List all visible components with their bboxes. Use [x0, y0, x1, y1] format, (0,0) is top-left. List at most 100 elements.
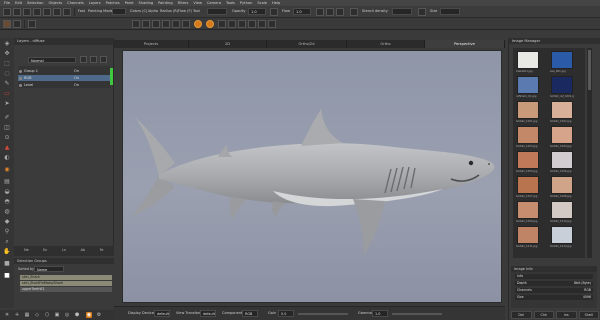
shark-model[interactable]: [123, 51, 501, 302]
brush-shape-icon[interactable]: [418, 8, 426, 16]
gain-slider[interactable]: [298, 313, 348, 315]
pen-icon[interactable]: ✎: [3, 80, 11, 87]
menu-item-patches[interactable]: Patches: [106, 1, 120, 5]
blur-icon[interactable]: ⊙: [3, 134, 11, 141]
rotate-icon[interactable]: [162, 20, 170, 28]
paint-icon[interactable]: [63, 8, 71, 16]
eraser-icon[interactable]: ◫: [3, 124, 11, 131]
patch-icon[interactable]: ⬢: [74, 312, 80, 318]
extra-icon[interactable]: ⚙: [96, 312, 102, 318]
visibility-icon[interactable]: [19, 84, 22, 87]
scrollbar-thumb[interactable]: [588, 50, 591, 90]
move-icon[interactable]: [182, 20, 190, 28]
record-icon[interactable]: [194, 20, 202, 28]
image-thumbnail[interactable]: [517, 226, 539, 244]
menu-item-shading[interactable]: Shading: [139, 1, 154, 5]
open-file-icon[interactable]: [13, 8, 21, 16]
layer-row[interactable]: Group 1 On: [18, 68, 110, 74]
tab-ortho[interactable]: Ortho: [347, 40, 425, 48]
tab-ortho-2d[interactable]: Ortho/2d: [267, 40, 347, 48]
tool-dropdown[interactable]: [207, 8, 227, 15]
image-thumbnail[interactable]: [517, 101, 539, 119]
image-thumbnail[interactable]: [517, 76, 539, 94]
layer-delete-icon[interactable]: [90, 56, 97, 63]
image-thumbnail[interactable]: [517, 201, 539, 219]
eyedropper-icon[interactable]: ⚲: [3, 228, 11, 235]
viewport-3d[interactable]: [122, 50, 502, 303]
layer-row[interactable]: Level On: [18, 82, 110, 88]
smudge-icon[interactable]: ◐: [3, 154, 11, 161]
selection-group-item[interactable]: skin_Shark: [20, 275, 112, 280]
visibility-icon[interactable]: [19, 77, 22, 80]
menu-item-painting[interactable]: Painting: [158, 1, 172, 5]
image-thumbnail[interactable]: [551, 176, 573, 194]
image-thumbnail[interactable]: [551, 226, 573, 244]
undo-icon[interactable]: [33, 8, 41, 16]
grid-icon[interactable]: [326, 8, 334, 16]
visibility-icon[interactable]: [19, 70, 22, 73]
camera-icon[interactable]: [218, 20, 226, 28]
sorted-by-dropdown[interactable]: Name: [34, 266, 64, 272]
menu-item-scale[interactable]: Scale: [257, 1, 267, 5]
image-thumbnail[interactable]: [517, 51, 539, 69]
delete-image-button[interactable]: Del: [511, 311, 532, 319]
layers-footer-tab[interactable]: En: [37, 248, 54, 254]
object-tool-icon[interactable]: [142, 20, 150, 28]
settings-icon[interactable]: [268, 20, 276, 28]
tool-label[interactable]: Tool: [193, 9, 200, 13]
thumbnail-scrollbar[interactable]: [587, 48, 592, 258]
edge-icon[interactable]: ⬡: [44, 312, 50, 318]
tab-2d[interactable]: 2D: [189, 40, 267, 48]
object-icon[interactable]: ◎: [64, 312, 70, 318]
menu-item-layers[interactable]: Layers: [89, 1, 101, 5]
lock-icon[interactable]: [270, 8, 278, 16]
menu-item-objects[interactable]: Objects: [49, 1, 63, 5]
menu-item-python[interactable]: Python: [240, 1, 252, 5]
menu-item-edit[interactable]: Edit: [15, 1, 22, 5]
flow-label[interactable]: Flow (F): [178, 9, 192, 13]
alpha-label[interactable]: Alpha: [148, 9, 158, 13]
layers-footer-tab[interactable]: Ln: [56, 248, 73, 254]
brush-tool-icon[interactable]: ✐: [3, 114, 11, 121]
menu-item-view[interactable]: View: [193, 1, 202, 5]
wand-icon[interactable]: ✳: [4, 312, 10, 318]
menu-item-tools[interactable]: Tools: [226, 1, 235, 5]
shading-icon[interactable]: [228, 20, 236, 28]
tab-perspective[interactable]: Perspective: [425, 40, 505, 48]
background-color-icon[interactable]: ■: [3, 272, 11, 279]
image-thumbnail[interactable]: [551, 101, 573, 119]
fill-icon[interactable]: ▲: [3, 144, 11, 151]
arrow-icon[interactable]: ➤: [3, 100, 11, 107]
blend-mode-dropdown[interactable]: Normal: [28, 57, 76, 63]
layers-footer-tab[interactable]: Ab: [74, 248, 91, 254]
selection-group-item[interactable]: skin_ShortFinMako/Shark: [20, 281, 112, 286]
light-icon[interactable]: [206, 20, 214, 28]
view-transform-dropdown[interactable]: default: [200, 310, 216, 317]
scale-icon[interactable]: [172, 20, 180, 28]
painting-mode-dropdown[interactable]: [112, 8, 126, 15]
layers-footer-tab[interactable]: Fe: [93, 248, 110, 254]
lasso-icon[interactable]: ◌: [3, 70, 11, 77]
selection-group-item[interactable]: upperTeethE1: [20, 287, 112, 292]
burn-icon[interactable]: ◓: [3, 198, 11, 205]
sponge-icon[interactable]: ◍: [3, 208, 11, 215]
marquee-icon[interactable]: ▭: [3, 90, 11, 97]
shell-button[interactable]: Shell: [578, 311, 599, 319]
vertex-icon[interactable]: ◇: [34, 312, 40, 318]
wireframe-icon[interactable]: [238, 20, 246, 28]
layer-row-selected[interactable]: RGB On: [18, 75, 110, 81]
preset-icon[interactable]: [3, 20, 11, 28]
gradient-icon[interactable]: ▤: [3, 178, 11, 185]
colors-label[interactable]: Colors (C): [130, 9, 147, 13]
menu-item-file[interactable]: File: [4, 1, 10, 5]
viewport-icon[interactable]: [28, 20, 36, 28]
stencil-density-field[interactable]: [392, 8, 412, 15]
menu-item-selection[interactable]: Selection: [27, 1, 44, 5]
menu-item-camera[interactable]: Camera: [207, 1, 221, 5]
image-thumbnail[interactable]: [517, 126, 539, 144]
grid-view-icon[interactable]: ▦: [24, 312, 30, 318]
symmetry-icon[interactable]: [336, 8, 344, 16]
image-thumbnail[interactable]: [551, 151, 573, 169]
image-thumbnail[interactable]: [517, 151, 539, 169]
flow-field[interactable]: 1.0: [293, 8, 311, 15]
